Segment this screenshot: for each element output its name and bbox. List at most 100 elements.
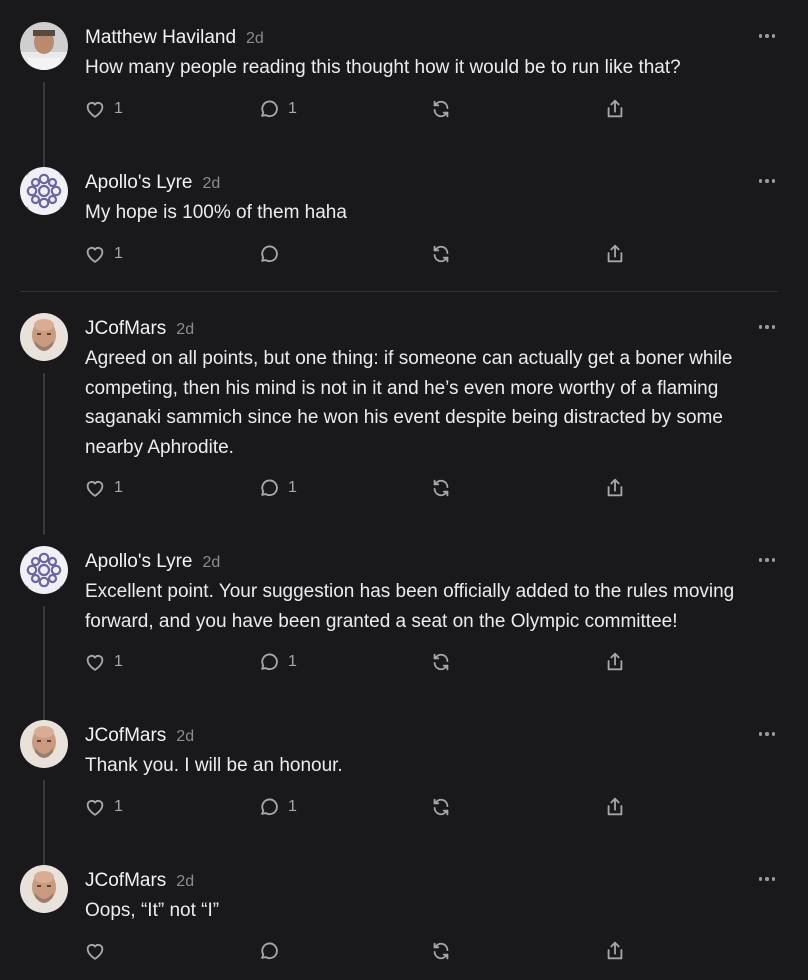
reply-button[interactable] xyxy=(258,240,288,268)
comment-actions: 1 1 xyxy=(0,474,808,502)
timestamp[interactable]: 2d xyxy=(202,554,220,572)
comment-text: Agreed on all points, but one thing: if … xyxy=(85,348,733,458)
like-count: 1 xyxy=(114,479,123,496)
more-dots-icon[interactable] xyxy=(754,552,780,568)
author-name[interactable]: JCofMars xyxy=(85,870,166,892)
avatar[interactable] xyxy=(20,865,68,913)
share-button[interactable] xyxy=(604,474,626,502)
timestamp[interactable]: 2d xyxy=(246,30,264,48)
reply-button[interactable]: 1 xyxy=(258,95,297,123)
share-upload-icon xyxy=(604,243,626,265)
comment-text: How many people reading this thought how… xyxy=(85,57,681,78)
like-button[interactable]: 1 xyxy=(84,648,123,676)
share-button[interactable] xyxy=(604,648,626,676)
comment-header: Apollo's Lyre 2d xyxy=(85,551,220,575)
comment-bubble-icon xyxy=(258,796,280,818)
like-button[interactable]: 1 xyxy=(84,240,123,268)
avatar[interactable] xyxy=(20,546,68,594)
restack-button[interactable] xyxy=(430,95,452,123)
comment-header: Matthew Haviland 2d xyxy=(85,27,264,51)
like-button[interactable]: 1 xyxy=(84,95,123,123)
timestamp[interactable]: 2d xyxy=(176,728,194,746)
heart-icon xyxy=(84,796,106,818)
comment-header: JCofMars 2d xyxy=(85,870,194,894)
comment-bubble-icon xyxy=(258,940,280,962)
restack-arrows-icon xyxy=(430,243,452,265)
comment-text: My hope is 100% of them haha xyxy=(85,202,347,223)
avatar[interactable] xyxy=(20,167,68,215)
comment-bubble-icon xyxy=(258,243,280,265)
heart-icon xyxy=(84,477,106,499)
avatar[interactable] xyxy=(20,720,68,768)
more-dots-icon[interactable] xyxy=(754,319,780,335)
share-upload-icon xyxy=(604,477,626,499)
restack-button[interactable] xyxy=(430,793,452,821)
share-button[interactable] xyxy=(604,240,626,268)
comment-actions: 1 1 xyxy=(0,793,808,821)
share-button[interactable] xyxy=(604,937,626,965)
author-name[interactable]: JCofMars xyxy=(85,725,166,747)
share-button[interactable] xyxy=(604,95,626,123)
heart-icon xyxy=(84,98,106,120)
timestamp[interactable]: 2d xyxy=(202,175,220,193)
more-dots-icon[interactable] xyxy=(754,871,780,887)
like-count: 1 xyxy=(114,798,123,815)
comment-header: JCofMars 2d xyxy=(85,318,194,342)
reply-button[interactable] xyxy=(258,937,288,965)
restack-arrows-icon xyxy=(430,98,452,120)
avatar[interactable] xyxy=(20,22,68,70)
restack-button[interactable] xyxy=(430,937,452,965)
restack-button[interactable] xyxy=(430,240,452,268)
comment-bubble-icon xyxy=(258,651,280,673)
comment-text: Thank you. I will be an honour. xyxy=(85,755,343,776)
author-name[interactable]: Apollo's Lyre xyxy=(85,172,192,194)
more-dots-icon[interactable] xyxy=(754,726,780,742)
reply-button[interactable]: 1 xyxy=(258,474,297,502)
comment-actions: 1 1 xyxy=(0,648,808,676)
heart-icon xyxy=(84,940,106,962)
comment-header: JCofMars 2d xyxy=(85,725,194,749)
reply-count: 1 xyxy=(288,479,297,496)
reply-count: 1 xyxy=(288,653,297,670)
timestamp[interactable]: 2d xyxy=(176,321,194,339)
comment-bubble-icon xyxy=(258,98,280,120)
comment-actions: 1 1 xyxy=(0,95,808,123)
heart-icon xyxy=(84,243,106,265)
comment-actions: 1 xyxy=(0,240,808,268)
restack-arrows-icon xyxy=(430,940,452,962)
comment-thread: Matthew Haviland 2d How many people read… xyxy=(0,0,808,980)
avatar[interactable] xyxy=(20,313,68,361)
like-button[interactable]: 1 xyxy=(84,793,123,821)
share-button[interactable] xyxy=(604,793,626,821)
reply-count: 1 xyxy=(288,100,297,117)
thread-divider xyxy=(20,291,778,292)
share-upload-icon xyxy=(604,651,626,673)
restack-button[interactable] xyxy=(430,648,452,676)
author-name[interactable]: Matthew Haviland xyxy=(85,27,236,49)
comment-actions xyxy=(0,937,808,965)
share-upload-icon xyxy=(604,98,626,120)
reply-button[interactable]: 1 xyxy=(258,793,297,821)
share-upload-icon xyxy=(604,796,626,818)
restack-arrows-icon xyxy=(430,796,452,818)
restack-arrows-icon xyxy=(430,651,452,673)
more-dots-icon[interactable] xyxy=(754,28,780,44)
author-name[interactable]: JCofMars xyxy=(85,318,166,340)
author-name[interactable]: Apollo's Lyre xyxy=(85,551,192,573)
like-button[interactable]: 1 xyxy=(84,474,123,502)
comment-text: Oops, “It” not “I” xyxy=(85,900,220,921)
restack-arrows-icon xyxy=(430,477,452,499)
reply-button[interactable]: 1 xyxy=(258,648,297,676)
comment-bubble-icon xyxy=(258,477,280,499)
timestamp[interactable]: 2d xyxy=(176,873,194,891)
more-dots-icon[interactable] xyxy=(754,173,780,189)
thread-line xyxy=(43,373,45,535)
like-count: 1 xyxy=(114,653,123,670)
reply-count: 1 xyxy=(288,798,297,815)
like-count: 1 xyxy=(114,245,123,262)
like-button[interactable] xyxy=(84,937,114,965)
like-count: 1 xyxy=(114,100,123,117)
comment-header: Apollo's Lyre 2d xyxy=(85,172,220,196)
comment-text: Excellent point. Your suggestion has bee… xyxy=(85,581,735,632)
restack-button[interactable] xyxy=(430,474,452,502)
